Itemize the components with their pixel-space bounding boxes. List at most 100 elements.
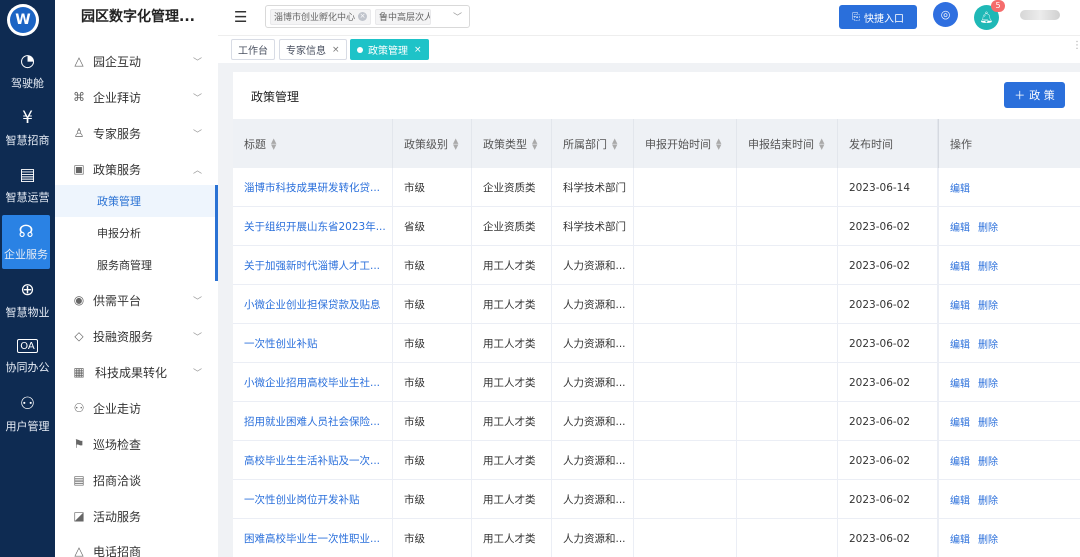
rail-item-office[interactable]: OA 协同办公	[0, 330, 55, 384]
cell-title[interactable]: 关于组织开展山东省2023年...	[233, 207, 393, 246]
column-header-dept[interactable]: 所属部门 ▲ ▼	[552, 119, 634, 168]
menu-toggle-icon[interactable]: ☰	[234, 8, 247, 26]
rail-item-label: 驾驶舱	[11, 76, 44, 90]
delete-button[interactable]: 删除	[978, 531, 998, 546]
cell-text: 人力资源和...	[563, 299, 626, 311]
sort-icon[interactable]: ▲ ▼	[453, 137, 458, 150]
edit-button[interactable]: 编辑	[950, 414, 970, 429]
menu-item-patrol-inspection[interactable]: ⚑ 巡场检查	[55, 426, 218, 462]
edit-button[interactable]: 编辑	[950, 492, 970, 507]
edit-button[interactable]: 编辑	[950, 297, 970, 312]
cell-text: 人力资源和...	[563, 494, 626, 506]
edit-button[interactable]: 编辑	[950, 375, 970, 390]
phone-icon: △	[74, 544, 84, 557]
menu-item-investment-talks[interactable]: ▤ 招商洽谈	[55, 462, 218, 498]
rail-item-users[interactable]: ⚇ 用户管理	[0, 387, 55, 441]
sort-icon[interactable]: ▲ ▼	[612, 137, 617, 150]
theme-button[interactable]: ◎	[933, 2, 958, 27]
edit-button[interactable]: 编辑	[950, 258, 970, 273]
menu-item-enterprise-tour[interactable]: ⚇ 企业走访	[55, 390, 218, 426]
org-tag-label: 淄博市创业孵化中心	[274, 13, 356, 23]
submenu-item-provider-management[interactable]: 服务商管理	[55, 249, 218, 281]
menu-item-policy-service[interactable]: ▣ 政策服务 ︿	[55, 151, 218, 187]
cell-title[interactable]: 一次性创业补贴	[233, 324, 393, 363]
column-header-level[interactable]: 政策级别 ▲ ▼	[393, 119, 472, 168]
close-icon[interactable]: ×	[414, 45, 422, 55]
add-policy-button[interactable]: ＋ 政 策	[1004, 82, 1065, 108]
user-avatar[interactable]	[1020, 10, 1060, 20]
cell-start	[634, 324, 737, 363]
tab-workbench[interactable]: 工作台	[231, 39, 275, 60]
cell-type: 用工人才类	[472, 480, 552, 519]
quick-entry-button[interactable]: ⎘ 快捷入口	[839, 5, 917, 29]
delete-button[interactable]: 删除	[978, 258, 998, 273]
menu-item-phone-investment[interactable]: △ 电话招商	[55, 533, 218, 557]
delete-button[interactable]: 删除	[978, 336, 998, 351]
cell-title[interactable]: 淄博市科技成果研发转化贷...	[233, 168, 393, 207]
tab-label: 专家信息	[286, 46, 326, 57]
notification-badge: 5	[991, 0, 1005, 12]
rail-item-label: 智慧运营	[5, 190, 50, 204]
rail-item-cockpit[interactable]: ◔ 驾驶舱	[0, 44, 55, 98]
cell-title[interactable]: 招用就业困难人员社会保险...	[233, 402, 393, 441]
close-icon[interactable]: ×	[332, 45, 340, 55]
menu-item-tech-transfer[interactable]: ▦ 科技成果转化 ﹀	[55, 354, 218, 390]
menu-item-enterprise-visit[interactable]: ⌘ 企业拜访 ﹀	[55, 79, 218, 115]
cell-text: 2023-06-02	[849, 415, 911, 428]
edit-button[interactable]: 编辑	[950, 180, 970, 195]
menu-item-supply-demand[interactable]: ◉ 供需平台 ﹀	[55, 282, 218, 318]
app-logo[interactable]: W	[7, 4, 39, 36]
cell-date: 2023-06-02	[838, 480, 938, 519]
delete-button[interactable]: 删除	[978, 375, 998, 390]
sort-icon[interactable]: ▲ ▼	[716, 137, 721, 150]
menu-item-activity-service[interactable]: ◪ 活动服务	[55, 498, 218, 534]
sort-icon[interactable]: ▲ ▼	[532, 137, 537, 150]
edit-button[interactable]: 编辑	[950, 336, 970, 351]
sort-icon[interactable]: ▲ ▼	[819, 137, 824, 150]
cell-start	[634, 519, 737, 557]
column-header-start[interactable]: 申报开始时间 ▲ ▼	[634, 119, 737, 168]
cell-dept: 人力资源和...	[552, 402, 634, 441]
delete-button[interactable]: 删除	[978, 453, 998, 468]
org-select[interactable]: 淄博市创业孵化中心 × 鲁中高层次人才 ﹀	[265, 5, 470, 28]
menu-item-financing[interactable]: ◇ 投融资服务 ﹀	[55, 318, 218, 354]
chevron-up-icon: ︿	[192, 165, 202, 176]
menu-label: 巡场检查	[93, 437, 142, 452]
delete-button[interactable]: 删除	[978, 414, 998, 429]
edit-button[interactable]: 编辑	[950, 219, 970, 234]
column-header-title[interactable]: 标题 ▲ ▼	[233, 119, 393, 168]
cell-title[interactable]: 一次性创业岗位开发补贴	[233, 480, 393, 519]
menu-item-expert-service[interactable]: ♙ 专家服务 ﹀	[55, 115, 218, 151]
rail-item-property[interactable]: ⊕ 智慧物业	[0, 273, 55, 327]
rail-item-enterprise-service[interactable]: ☊ 企业服务	[2, 215, 50, 269]
menu-label: 投融资服务	[93, 329, 154, 344]
tab-expert-info[interactable]: 专家信息 ×	[279, 39, 347, 60]
delete-button[interactable]: 删除	[978, 297, 998, 312]
cell-date: 2023-06-14	[838, 168, 938, 207]
menu-item-park-interaction[interactable]: △ 园企互动 ﹀	[55, 43, 218, 79]
edit-button[interactable]: 编辑	[950, 531, 970, 546]
submenu-item-application-analysis[interactable]: 申报分析	[55, 217, 218, 249]
users-icon: ⚇	[19, 393, 36, 414]
more-tabs-icon[interactable]: ⋮	[1072, 40, 1080, 56]
cell-title[interactable]: 小微企业创业担保贷款及贴息	[233, 285, 393, 324]
sort-icon[interactable]: ▲ ▼	[271, 137, 276, 150]
rail-item-operations[interactable]: ▤ 智慧运营	[0, 158, 55, 212]
column-header-type[interactable]: 政策类型 ▲ ▼	[472, 119, 552, 168]
submenu-item-policy-management[interactable]: 政策管理	[55, 185, 218, 217]
cell-title[interactable]: 小微企业招用高校毕业生社...	[233, 363, 393, 402]
table-row: 关于加强新时代淄博人才工... 市级 用工人才类 人力资源和... 2023-06-02…	[233, 246, 1080, 285]
cell-title[interactable]: 高校毕业生生活补贴及一次...	[233, 441, 393, 480]
cell-level: 市级	[393, 363, 472, 402]
delete-button[interactable]: 删除	[978, 219, 998, 234]
tab-policy-management[interactable]: 政策管理 ×	[350, 39, 429, 60]
cell-title[interactable]: 关于加强新时代淄博人才工...	[233, 246, 393, 285]
cell-title[interactable]: 困难高校毕业生一次性职业...	[233, 519, 393, 557]
cell-text: 2023-06-02	[849, 493, 911, 506]
edit-button[interactable]: 编辑	[950, 453, 970, 468]
rail-item-investment[interactable]: ¥ 智慧招商	[0, 101, 55, 155]
delete-button[interactable]: 删除	[978, 492, 998, 507]
close-icon[interactable]: ×	[358, 12, 368, 21]
column-header-end[interactable]: 申报结束时间 ▲ ▼	[737, 119, 838, 168]
cell-date: 2023-06-02	[838, 402, 938, 441]
